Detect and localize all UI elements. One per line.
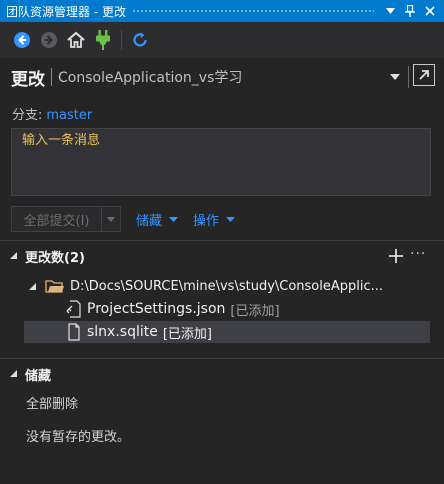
- branch-label: 分支:: [12, 108, 43, 123]
- file-item[interactable]: ProjectSettings.json [已添加]: [24, 298, 430, 320]
- commit-message-box[interactable]: [11, 128, 431, 196]
- section-divider: [0, 240, 444, 241]
- title-bar-grip: [131, 8, 374, 14]
- changes-title: 更改数(2): [25, 250, 85, 266]
- branch-link[interactable]: master: [46, 108, 92, 123]
- page-title: 更改: [11, 69, 45, 90]
- open-in-window-icon[interactable]: [413, 64, 435, 86]
- collapse-triangle-icon[interactable]: [9, 369, 18, 378]
- title-bar: 团队资源管理器 - 更改: [0, 0, 444, 22]
- commit-all-button[interactable]: 全部提交(I): [11, 206, 101, 232]
- stashes-section-header[interactable]: 储藏: [0, 363, 444, 385]
- operations-menu[interactable]: 操作: [193, 210, 236, 229]
- commit-message-input[interactable]: [22, 133, 420, 148]
- collapse-triangle-icon[interactable]: [9, 251, 18, 260]
- forward-icon[interactable]: [37, 28, 61, 52]
- stashes-title: 储藏: [25, 368, 52, 384]
- file-icon: [68, 323, 80, 341]
- dropdown-arrow-icon[interactable]: [380, 0, 400, 22]
- file-name: slnx.sqlite: [87, 324, 158, 340]
- project-name: ConsoleApplication_vs学习: [58, 70, 243, 86]
- toolbar-separator: [121, 30, 122, 50]
- add-icon[interactable]: [389, 249, 403, 263]
- branch-info: 分支: master: [12, 104, 92, 123]
- pin-icon[interactable]: [400, 0, 420, 22]
- close-icon[interactable]: [420, 0, 440, 22]
- navigation-toolbar: [0, 22, 444, 58]
- connect-icon[interactable]: [91, 28, 115, 52]
- commit-dropdown-button[interactable]: [101, 206, 121, 232]
- home-icon[interactable]: [64, 28, 88, 52]
- settings-file-icon: [66, 300, 81, 318]
- back-icon[interactable]: [10, 28, 34, 52]
- chevron-down-icon: [169, 216, 179, 222]
- operations-menu-label: 操作: [193, 213, 220, 229]
- chevron-down-icon: [226, 216, 236, 222]
- window-title: 团队资源管理器 - 更改: [6, 4, 126, 19]
- stash-menu-label: 储藏: [136, 213, 163, 229]
- commit-actions: 全部提交(I) 储藏 操作: [11, 206, 236, 232]
- delete-all-link[interactable]: 全部删除: [26, 393, 78, 412]
- more-options-icon[interactable]: ···: [410, 246, 426, 262]
- page-dropdown-icon[interactable]: [388, 70, 402, 84]
- changes-section-header[interactable]: 更改数(2) ···: [0, 245, 444, 267]
- refresh-icon[interactable]: [128, 28, 152, 52]
- page-header: 更改 ConsoleApplication_vs学习: [0, 58, 444, 96]
- header-separator: [408, 66, 409, 88]
- file-status: [已添加]: [230, 303, 280, 319]
- header-divider: [51, 68, 52, 86]
- folder-node[interactable]: D:\Docs\SOURCE\mine\vs\study\ConsoleAppl…: [28, 275, 444, 297]
- stash-menu[interactable]: 储藏: [136, 210, 179, 229]
- file-item-selected[interactable]: slnx.sqlite [已添加]: [24, 321, 430, 343]
- file-name: ProjectSettings.json: [87, 301, 226, 317]
- empty-stash-message: 没有暂存的更改。: [26, 430, 131, 445]
- collapse-triangle-icon[interactable]: [28, 282, 37, 291]
- folder-icon: [45, 280, 64, 293]
- folder-path: D:\Docs\SOURCE\mine\vs\study\ConsoleAppl…: [70, 278, 384, 294]
- file-status: [已添加]: [162, 326, 213, 342]
- section-divider: [0, 358, 444, 359]
